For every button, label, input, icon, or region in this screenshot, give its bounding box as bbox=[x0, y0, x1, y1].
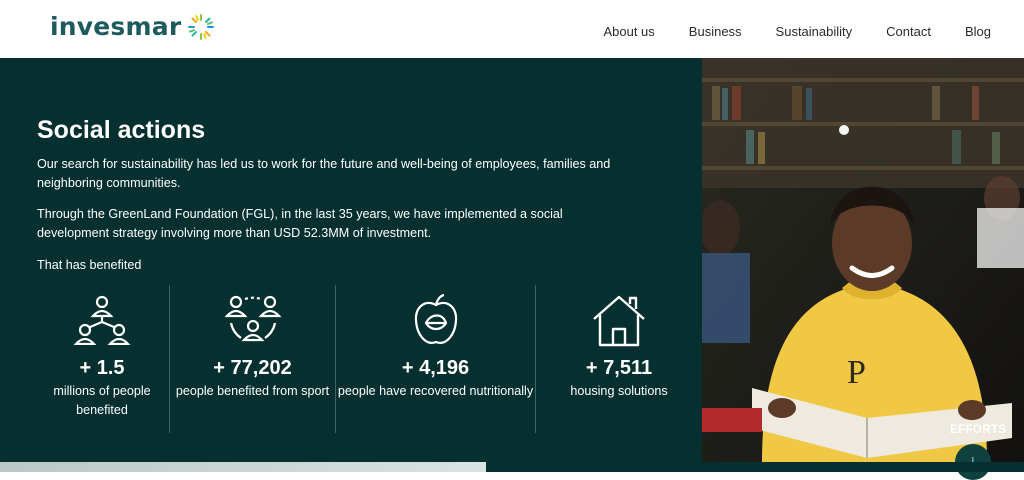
stat-sport: + 77,202 people benefited from sport bbox=[170, 285, 335, 433]
house-icon bbox=[593, 295, 645, 347]
sun-burst-icon bbox=[188, 13, 215, 40]
stat-label: people have recovered nutritionally bbox=[337, 384, 534, 398]
apple-icon bbox=[414, 293, 457, 344]
people-network-icon bbox=[73, 295, 131, 345]
stat-value: + 77,202 bbox=[213, 357, 292, 379]
group-icon bbox=[224, 295, 281, 342]
stats-row: + 1.5 millions of people benefited + 77,… bbox=[34, 285, 684, 433]
next-section-panel bbox=[486, 462, 1024, 472]
main-nav: About us Business Sustainability Contact… bbox=[603, 24, 991, 39]
nav-sustainability[interactable]: Sustainability bbox=[776, 24, 853, 39]
stat-value: + 4,196 bbox=[401, 357, 470, 379]
stat-value: + 7,511 bbox=[585, 357, 653, 379]
stat-label: people benefited from sport bbox=[175, 384, 330, 398]
intro-paragraph: Our search for sustainability has led us… bbox=[37, 157, 611, 190]
nav-business[interactable]: Business bbox=[689, 24, 742, 39]
photo-girl-reading: P bbox=[702, 58, 1024, 462]
svg-text:P: P bbox=[847, 354, 866, 391]
efforts-label: EFFORTS bbox=[950, 424, 1007, 436]
stat-nutrition: + 4,196 people have recovered nutritiona… bbox=[336, 285, 535, 433]
next-section-image bbox=[0, 462, 486, 472]
logo[interactable]: invesmar bbox=[50, 12, 215, 41]
hero-photo: P bbox=[702, 58, 1024, 462]
stat-label: millions of people benefited bbox=[53, 384, 151, 417]
stat-label: housing solutions bbox=[570, 384, 668, 398]
nav-contact[interactable]: Contact bbox=[886, 24, 931, 39]
stat-value: + 1.5 bbox=[79, 357, 125, 379]
nav-blog[interactable]: Blog bbox=[965, 24, 991, 39]
stat-people-benefited: + 1.5 millions of people benefited bbox=[34, 285, 170, 433]
social-actions-section: Social actions Our search for sustainabi… bbox=[0, 58, 702, 462]
stat-housing: + 7,511 housing solutions bbox=[536, 285, 702, 433]
logo-text: invesmar bbox=[50, 12, 182, 41]
foundation-paragraph: Through the GreenLand Foundation (FGL), … bbox=[37, 207, 563, 240]
page-title: Social actions bbox=[37, 116, 206, 144]
benefited-caption: That has benefited bbox=[37, 258, 142, 272]
nav-about-us[interactable]: About us bbox=[603, 24, 654, 39]
site-header: invesmar About us Business Sustainabilit… bbox=[0, 0, 1024, 58]
